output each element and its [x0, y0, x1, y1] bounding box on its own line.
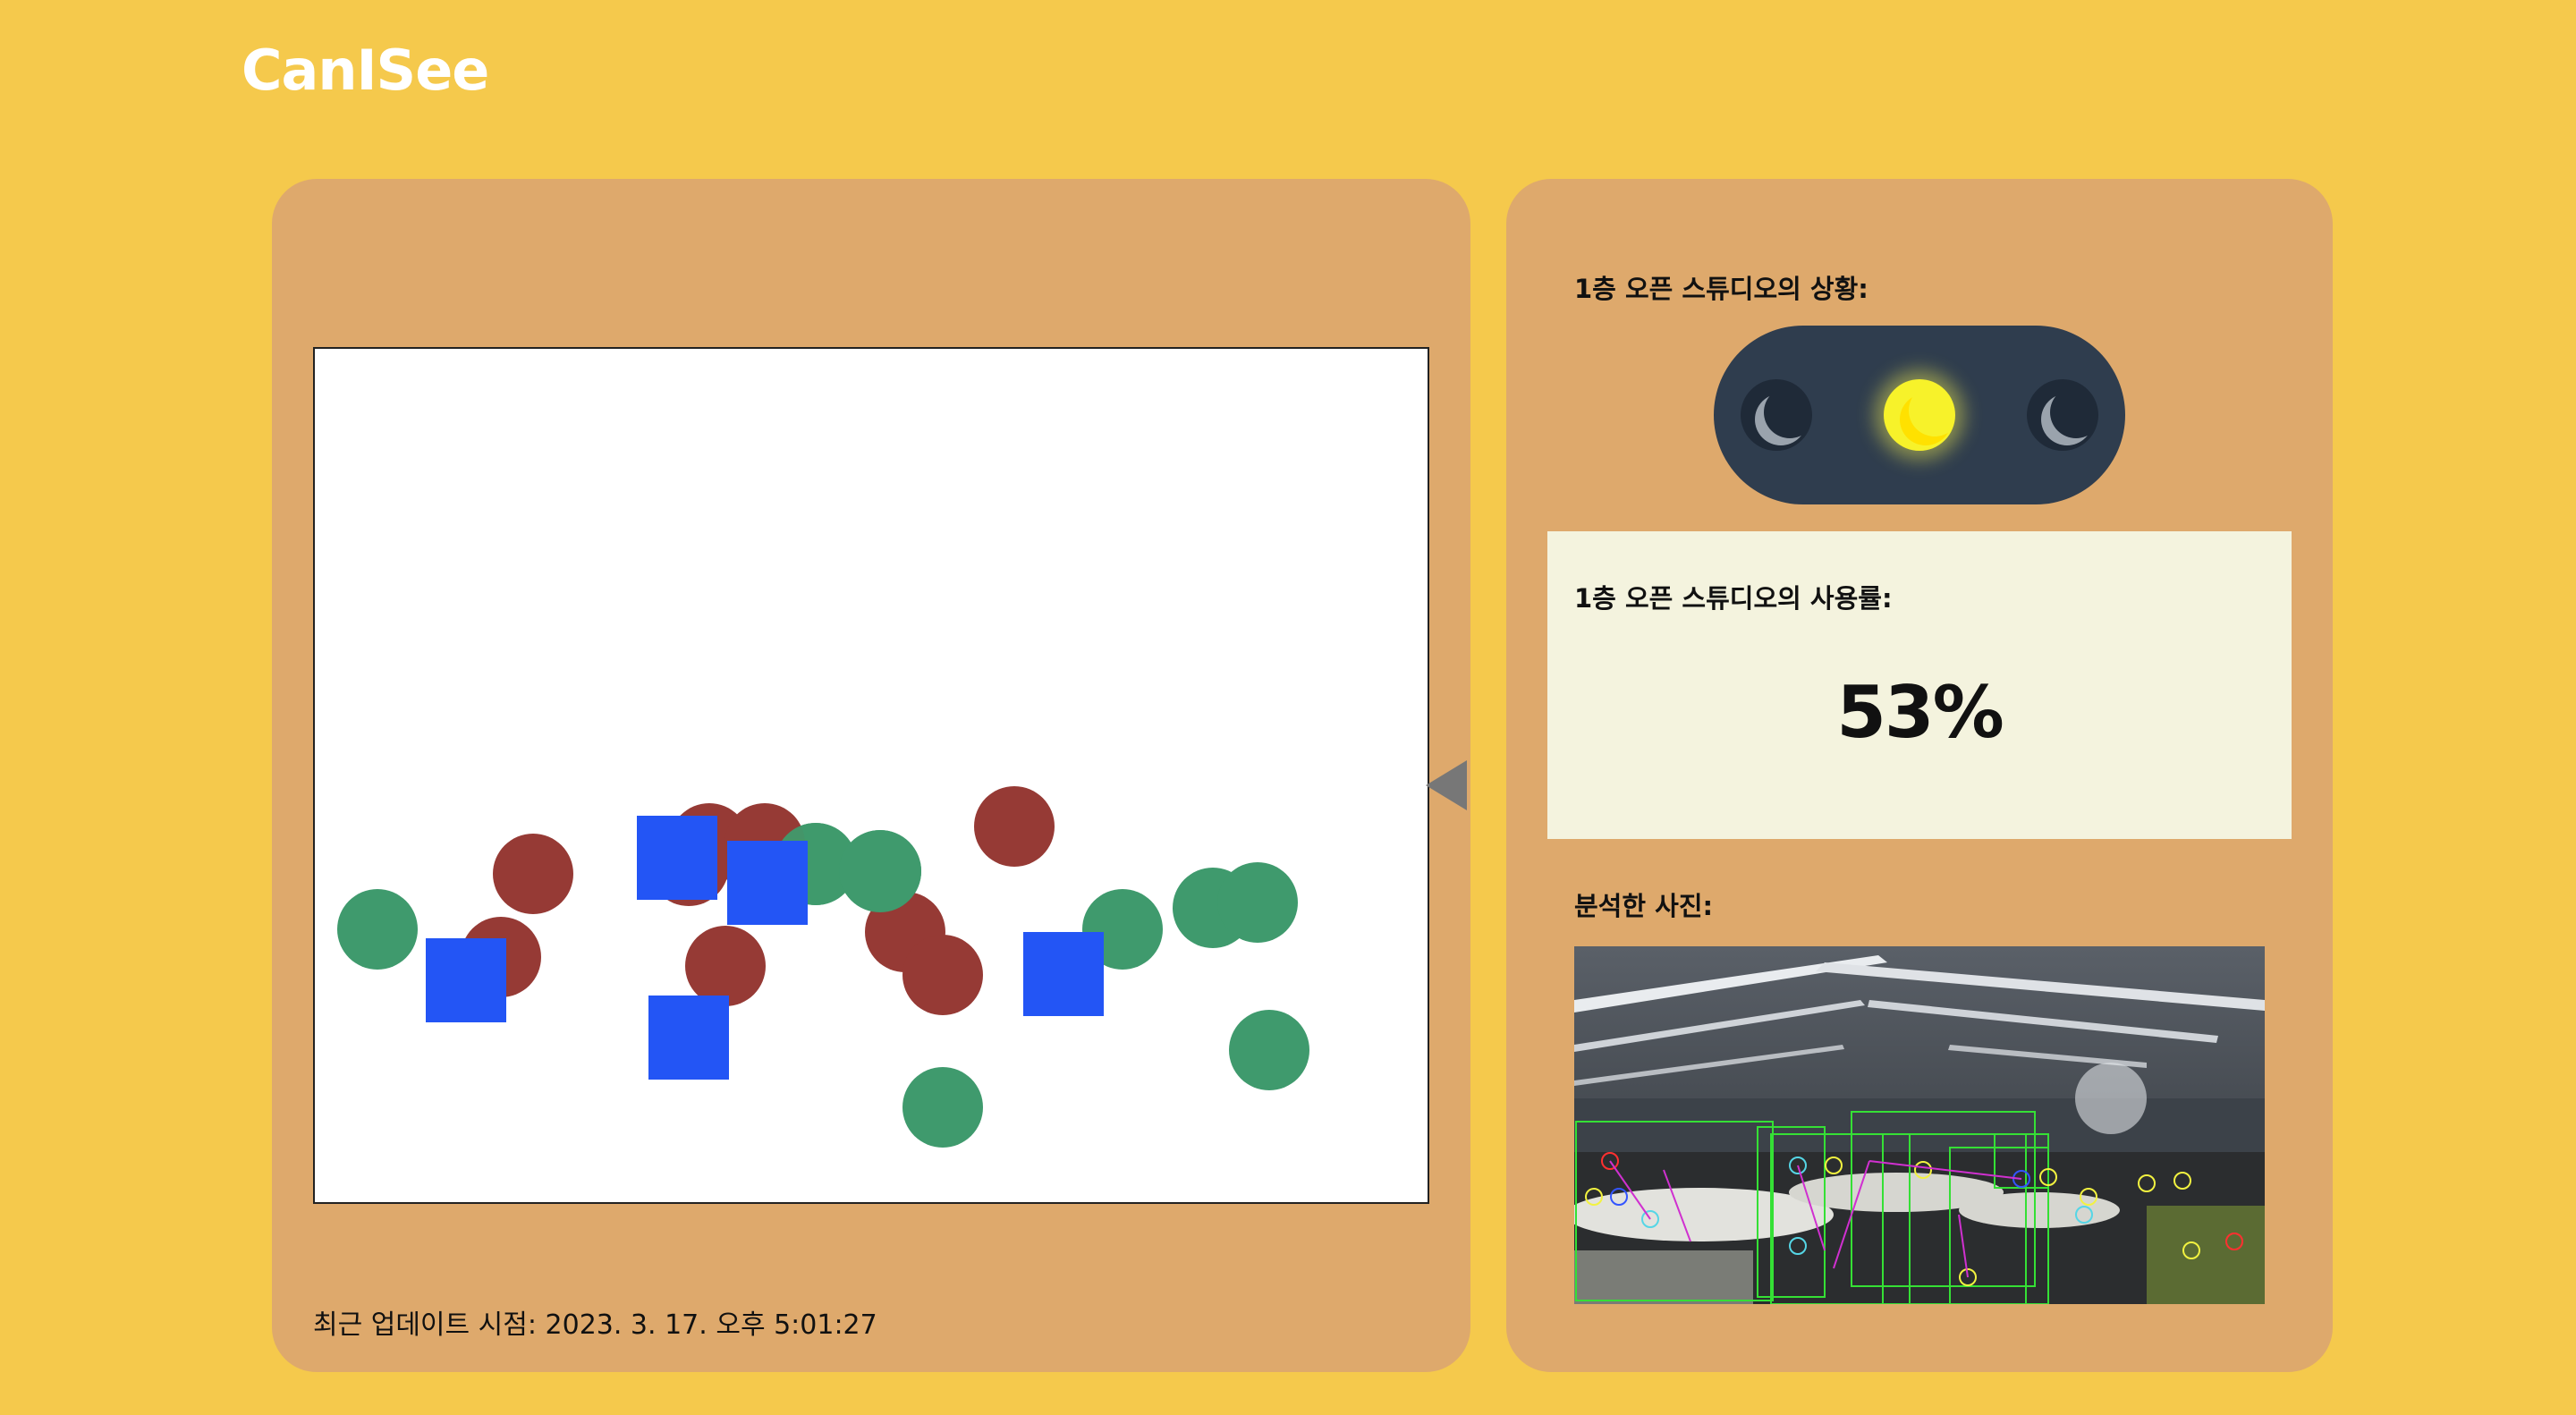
seat-occupied	[974, 786, 1055, 867]
usage-heading: 1층 오픈 스튜디오의 사용률:	[1574, 583, 1893, 614]
table-marker	[426, 938, 506, 1022]
seat-map-canvas	[337, 786, 1309, 1148]
seat-free	[1229, 1010, 1309, 1090]
seat-occupied	[493, 834, 573, 914]
table-marker	[727, 841, 808, 925]
seat-free	[337, 889, 418, 970]
last-updated-text: 최근 업데이트 시점: 2023. 3. 17. 오후 5:01:27	[313, 1309, 877, 1341]
table-marker	[637, 816, 717, 900]
status-heading: 1층 오픈 스튜디오의 상황:	[1574, 274, 1868, 304]
usage-box: 1층 오픈 스튜디오의 사용률: 53%	[1547, 531, 2292, 839]
yellow-lamp-icon	[1884, 379, 1955, 451]
triangle-left-icon[interactable]	[1426, 760, 1467, 810]
analyzed-photo	[1574, 946, 2265, 1304]
seat-occupied	[902, 935, 983, 1015]
seat-free	[839, 830, 921, 912]
traffic-light	[1714, 326, 2125, 504]
seat-occupied	[685, 926, 766, 1006]
seat-free	[1217, 862, 1298, 943]
red-lamp-icon	[1741, 379, 1812, 451]
usage-value: 53%	[1836, 671, 2004, 754]
app-logo[interactable]: CanISee	[242, 38, 489, 103]
seat-map-panel: 최근 업데이트 시점: 2023. 3. 17. 오후 5:01:27	[272, 179, 1470, 1372]
table-marker	[648, 996, 729, 1080]
seat-free	[902, 1067, 983, 1148]
seat-map	[313, 347, 1467, 1204]
table-marker	[1023, 932, 1104, 1016]
green-lamp-icon	[2027, 379, 2098, 451]
analyzed-photo-image	[1574, 946, 2265, 1304]
photo-heading: 분석한 사진:	[1574, 891, 1714, 921]
status-panel: 1층 오픈 스튜디오의 상황: 1층 오픈 스튜디오의 사용률: 53% 분석한…	[1506, 179, 2333, 1372]
